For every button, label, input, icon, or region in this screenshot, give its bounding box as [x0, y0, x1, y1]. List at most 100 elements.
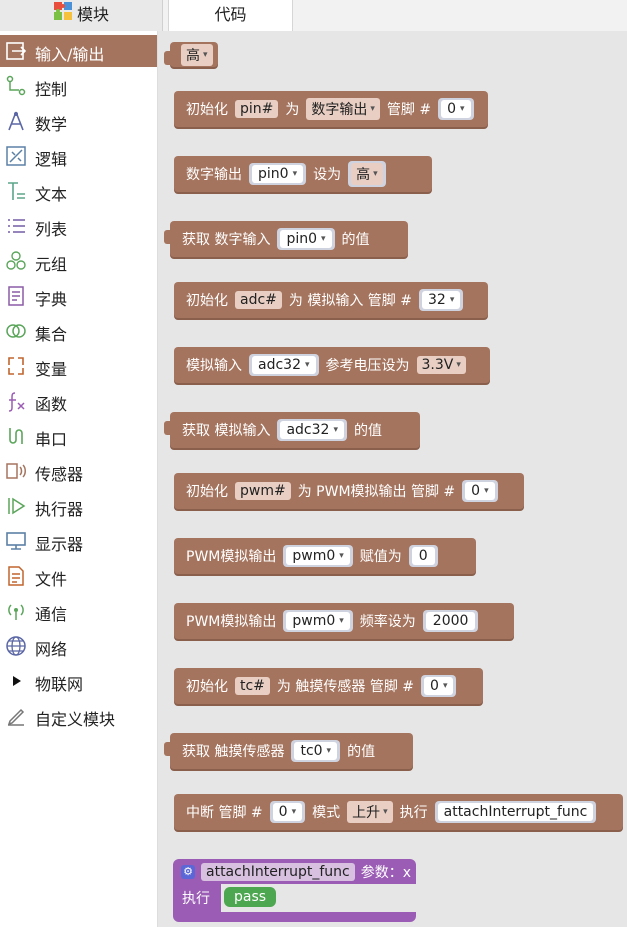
pin-dropdown[interactable]: pin0 ▾ [252, 165, 304, 183]
sidebar-item-serial[interactable]: 串口 [0, 420, 157, 452]
block-label: 中断 管脚 # [186, 805, 263, 821]
chevron-down-icon: ▾ [370, 104, 375, 114]
tc-dropdown[interactable]: tc0 ▾ [294, 742, 338, 760]
pin-var-dropdown[interactable]: pin# [235, 100, 279, 118]
pwm-dropdown[interactable]: pwm0 ▾ [286, 547, 350, 565]
pin-number-dropdown[interactable]: 32 ▾ [422, 291, 461, 309]
params-label: 参数：x [360, 864, 411, 881]
analog-init-block[interactable]: 初始化 adc# 为 模拟输入 管脚 # 32 ▾ [174, 282, 488, 318]
dict-icon [8, 286, 24, 306]
pwm-dropdown[interactable]: pwm0 ▾ [286, 612, 350, 630]
sidebar-item-iot[interactable]: 物联网 [0, 665, 157, 697]
analog-vref-block[interactable]: 模拟输入 adc32 ▾ 参考电压设为 3.3V ▾ [174, 347, 490, 383]
function-body-bar: 执行 [173, 884, 221, 914]
touch-read-block[interactable]: 获取 触摸传感器 tc0 ▾ 的值 [164, 733, 413, 769]
comm-icon [8, 604, 24, 620]
pwm-var-value: pwm# [240, 483, 286, 499]
block-label: 的值 [341, 232, 370, 248]
pwm-write-block[interactable]: PWM模拟输出 pwm0 ▾ 赋值为 0 [174, 538, 476, 574]
sidebar-item-sensor[interactable]: 传感器 [0, 455, 157, 487]
pin-socket: 32 ▾ [419, 289, 464, 311]
chevron-down-icon: ▾ [292, 169, 298, 179]
sidebar-item-variable[interactable]: 变量 [0, 350, 157, 382]
digital-read-block[interactable]: 获取 数字输入 pin0 ▾ 的值 [164, 221, 408, 257]
pin-dropdown[interactable]: pin0 ▾ [280, 230, 332, 248]
sidebar-item-logic[interactable]: 逻辑 [0, 140, 157, 172]
pwm-socket: pwm0 ▾ [283, 545, 353, 567]
pwm-freq-block[interactable]: PWM模拟输出 pwm0 ▾ 频率设为 2000 [174, 603, 514, 639]
block-label: 执行 [399, 805, 428, 821]
adc-var-dropdown[interactable]: adc# [235, 291, 282, 309]
digital-init-block[interactable]: 初始化 pin# 为 数字输出 ▾ 管脚 # 0 ▾ [174, 91, 488, 127]
function-def-block[interactable]: ⚙ attachInterrupt_func 参数：x 执行 pass [173, 859, 416, 927]
level-dropdown[interactable]: 高 ▾ [351, 163, 383, 185]
sidebar-item-label: 集合 [35, 325, 68, 344]
pin-number-dropdown[interactable]: 0 ▾ [424, 677, 454, 695]
sidebar-item-label: 字典 [35, 290, 68, 309]
vref-dropdown[interactable]: 3.3V ▾ [416, 356, 466, 374]
pin-number-value: 32 [428, 292, 446, 308]
function-name-field[interactable]: attachInterrupt_func [201, 862, 355, 881]
pin-socket: 0 ▾ [421, 675, 457, 697]
pin-number-dropdown[interactable]: 0 ▾ [441, 100, 471, 118]
pin-number-value: 0 [471, 483, 481, 499]
block-label: 管脚 # [386, 102, 432, 118]
pwm-value: pwm0 [292, 548, 336, 564]
sidebar-item-label: 显示器 [35, 535, 84, 554]
sidebar-item-io[interactable]: 输入/输出 [0, 35, 157, 67]
level-value: 高 [356, 167, 371, 183]
duty-input[interactable]: 0 [411, 547, 435, 565]
mode-dropdown[interactable]: 上升 ▾ [347, 801, 393, 823]
mode-dropdown[interactable]: 数字输出 ▾ [306, 98, 380, 120]
sidebar-item-label: 串口 [35, 430, 68, 449]
func-socket: attachInterrupt_func [434, 801, 597, 823]
func-name-field[interactable]: attachInterrupt_func [437, 803, 594, 821]
adc-value: adc32 [286, 422, 330, 438]
control-icon [6, 75, 26, 96]
pwm-var-dropdown[interactable]: pwm# [235, 482, 291, 500]
tab-modules[interactable]: 模块 [0, 0, 163, 31]
adc-dropdown[interactable]: adc32 ▾ [252, 356, 316, 374]
sidebar-item-label: 文本 [35, 185, 68, 204]
sidebar-item-text[interactable]: 文本 [0, 175, 157, 207]
frequency-input[interactable]: 2000 [425, 612, 476, 630]
sidebar-item-actuator[interactable]: 执行器 [0, 490, 157, 522]
sidebar-item-network[interactable]: 网络 [0, 630, 157, 662]
gear-icon[interactable]: ⚙ [181, 864, 195, 879]
tc-value: tc0 [300, 743, 323, 759]
adc-dropdown[interactable]: adc32 ▾ [280, 421, 344, 439]
tab-code[interactable]: 代码 [168, 0, 293, 31]
sidebar-item-tuple[interactable]: 元组 [0, 245, 157, 277]
interrupt-block[interactable]: 中断 管脚 # 0 ▾ 模式 上升 ▾ 执行 attachInterrupt_fun… [174, 794, 623, 830]
chevron-down-icon: ▾ [333, 425, 338, 435]
sidebar-item-dict[interactable]: 字典 [0, 280, 157, 312]
sidebar-item-custom[interactable]: 自定义模块 [0, 700, 157, 732]
sidebar-item-label: 数学 [35, 115, 68, 134]
sidebar-item-set[interactable]: 集合 [0, 315, 157, 347]
sidebar-item-function[interactable]: 函数 [0, 385, 157, 417]
pin-number-dropdown[interactable]: 0 ▾ [272, 803, 303, 821]
value-socket: 2000 [422, 610, 479, 632]
sidebar-item-math[interactable]: 数学 [0, 105, 157, 137]
block-label: 数字输出 [186, 167, 242, 183]
pwm-init-block[interactable]: 初始化 pwm# 为 PWM模拟输出 管脚 # 0 ▾ [174, 473, 524, 509]
set-icon [6, 324, 26, 338]
digital-write-block[interactable]: 数字输出 pin0 ▾ 设为 高 ▾ [174, 156, 432, 192]
pin-number-dropdown[interactable]: 0 ▾ [465, 482, 495, 500]
sidebar-item-label: 通信 [35, 605, 68, 624]
sidebar-item-list[interactable]: 列表 [0, 210, 157, 242]
pass-block[interactable]: pass [224, 887, 277, 907]
display-icon [6, 532, 26, 550]
sidebar-item-file[interactable]: 文件 [0, 560, 157, 592]
sidebar-item-display[interactable]: 显示器 [0, 525, 157, 557]
analog-read-block[interactable]: 获取 模拟输入 adc32 ▾ 的值 [164, 412, 420, 448]
pin-number-value: 0 [430, 678, 439, 694]
sidebar-item-control[interactable]: 控制 [0, 70, 157, 102]
file-icon [8, 566, 24, 586]
level-block[interactable]: 高 ▾ [164, 42, 218, 67]
touch-init-block[interactable]: 初始化 tc# 为 触摸传感器 管脚 # 0 ▾ [174, 668, 483, 704]
tc-var-dropdown[interactable]: tc# [235, 677, 270, 695]
sidebar-item-comm[interactable]: 通信 [0, 595, 157, 627]
level-dropdown[interactable]: 高 ▾ [181, 43, 213, 66]
actuator-icon [8, 497, 26, 515]
